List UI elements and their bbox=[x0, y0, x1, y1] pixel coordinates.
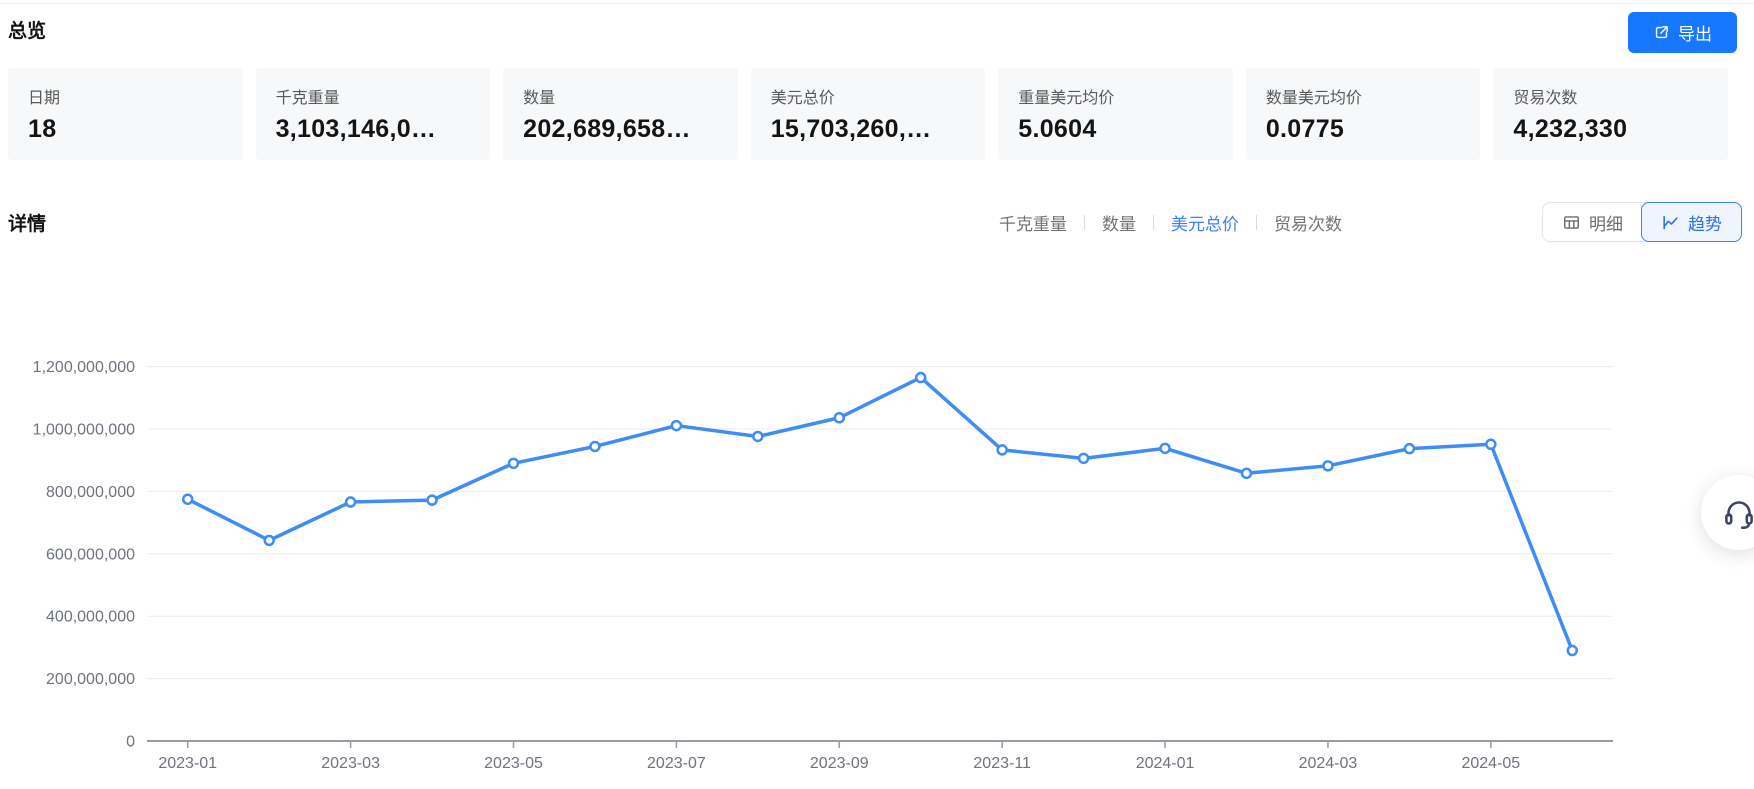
x-axis-label: 2024-03 bbox=[1299, 755, 1358, 772]
data-point[interactable] bbox=[1568, 646, 1577, 655]
data-point[interactable] bbox=[998, 445, 1007, 454]
y-axis-label: 1,200,000,000 bbox=[33, 359, 135, 376]
stat-card-value: 3,103,146,0… bbox=[276, 115, 471, 144]
stat-card-value: 202,689,658… bbox=[523, 115, 718, 144]
data-point[interactable] bbox=[753, 432, 762, 441]
stat-card: 千克重量 3,103,146,0… bbox=[256, 68, 491, 160]
data-point[interactable] bbox=[428, 496, 437, 505]
stat-card-label: 美元总价 bbox=[771, 84, 966, 108]
trend-chart-svg: 0 200,000,000 400,000,000 600,000,000 800,00… bbox=[0, 254, 1754, 784]
trend-chart: 0 200,000,000 400,000,000 600,000,000 800,00… bbox=[0, 254, 1754, 784]
detail-title: 详情 bbox=[8, 209, 46, 236]
stat-card-value: 0.0775 bbox=[1266, 115, 1461, 144]
stat-card-label: 数量 bbox=[523, 84, 718, 108]
page-title: 总览 bbox=[8, 16, 46, 43]
x-axis-label: 2023-05 bbox=[484, 755, 543, 772]
data-point[interactable] bbox=[835, 413, 844, 422]
stat-card-label: 日期 bbox=[28, 84, 223, 108]
metric-tab[interactable]: 美元总价 bbox=[1154, 210, 1256, 235]
y-axis-label: 200,000,000 bbox=[46, 671, 135, 688]
table-icon bbox=[1562, 213, 1581, 232]
headset-icon bbox=[1721, 495, 1754, 531]
data-point[interactable] bbox=[672, 421, 681, 430]
stat-card: 数量美元均价 0.0775 bbox=[1246, 68, 1481, 160]
stat-card: 贸易次数 4,232,330 bbox=[1493, 68, 1728, 160]
export-button-label: 导出 bbox=[1678, 20, 1712, 45]
data-point[interactable] bbox=[1079, 454, 1088, 463]
data-point[interactable] bbox=[183, 495, 192, 504]
export-icon bbox=[1653, 24, 1670, 41]
x-axis-label: 2024-01 bbox=[1136, 755, 1195, 772]
stat-card-label: 数量美元均价 bbox=[1266, 84, 1461, 108]
x-axis-label: 2023-11 bbox=[973, 755, 1031, 772]
data-point[interactable] bbox=[346, 498, 355, 507]
stat-card: 重量美元均价 5.0604 bbox=[998, 68, 1233, 160]
view-seg-label: 趋势 bbox=[1688, 210, 1722, 235]
stat-card: 美元总价 15,703,260,… bbox=[751, 68, 986, 160]
stat-card-label: 重量美元均价 bbox=[1018, 84, 1213, 108]
stat-card-label: 千克重量 bbox=[276, 84, 471, 108]
data-point[interactable] bbox=[1161, 444, 1170, 453]
metric-tabs: 千克重量数量美元总价贸易次数 bbox=[982, 210, 1359, 235]
y-axis-label: 1,000,000,000 bbox=[33, 422, 135, 439]
x-axis-label: 2023-09 bbox=[810, 755, 869, 772]
metric-tab[interactable]: 数量 bbox=[1085, 210, 1153, 235]
x-axis-label: 2024-05 bbox=[1461, 755, 1520, 772]
data-point[interactable] bbox=[1323, 461, 1332, 470]
stat-card: 日期 18 bbox=[8, 68, 243, 160]
stat-card: 数量 202,689,658… bbox=[503, 68, 738, 160]
y-axis-label: 800,000,000 bbox=[46, 484, 135, 501]
stat-cards-row: 日期 18 千克重量 3,103,146,0… 数量 202,689,658… 美元总价 15… bbox=[8, 68, 1728, 160]
detail-header-row: 详情 千克重量数量美元总价贸易次数 明细 趋势 bbox=[8, 198, 1742, 246]
stat-card-value: 18 bbox=[28, 115, 223, 144]
y-axis-label: 600,000,000 bbox=[46, 546, 135, 563]
stat-card-value: 5.0604 bbox=[1018, 115, 1213, 144]
view-seg-trend[interactable]: 趋势 bbox=[1641, 202, 1742, 242]
export-button[interactable]: 导出 bbox=[1628, 12, 1737, 53]
view-seg-label: 明细 bbox=[1589, 210, 1623, 235]
x-axis-label: 2023-07 bbox=[647, 755, 706, 772]
metric-tab[interactable]: 千克重量 bbox=[982, 210, 1084, 235]
stat-card-label: 贸易次数 bbox=[1513, 84, 1708, 108]
data-point[interactable] bbox=[1405, 444, 1414, 453]
x-axis-label: 2023-01 bbox=[158, 755, 217, 772]
stat-card-value: 4,232,330 bbox=[1513, 115, 1708, 144]
line-chart-icon bbox=[1661, 213, 1680, 232]
data-point[interactable] bbox=[509, 459, 518, 468]
top-divider bbox=[0, 3, 1754, 4]
chart-line bbox=[188, 378, 1573, 651]
stat-card-value: 15,703,260,… bbox=[771, 115, 966, 144]
view-switch: 明细 趋势 bbox=[1542, 202, 1742, 242]
metric-tab[interactable]: 贸易次数 bbox=[1257, 210, 1359, 235]
x-axis-label: 2023-03 bbox=[321, 755, 380, 772]
data-point[interactable] bbox=[590, 442, 599, 451]
data-point[interactable] bbox=[265, 536, 274, 545]
y-axis-label: 0 bbox=[126, 734, 135, 751]
data-point[interactable] bbox=[916, 373, 925, 382]
data-point[interactable] bbox=[1486, 440, 1495, 449]
data-point[interactable] bbox=[1242, 469, 1251, 478]
view-seg-detail[interactable]: 明细 bbox=[1542, 202, 1643, 242]
y-axis-label: 400,000,000 bbox=[46, 609, 135, 626]
